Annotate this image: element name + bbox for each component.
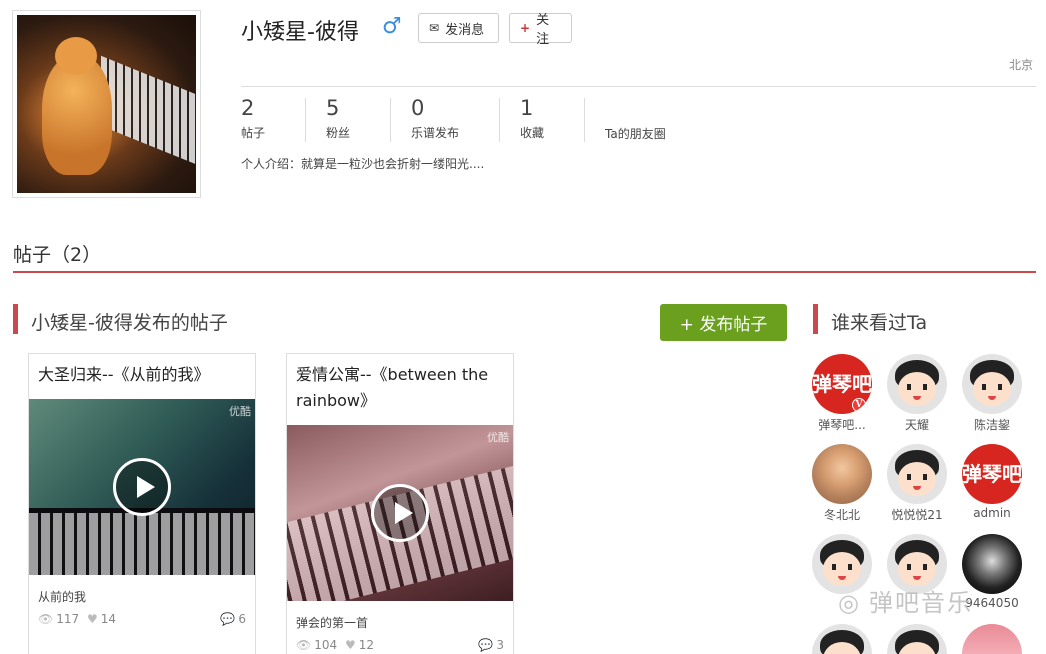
visitor-item[interactable] [886,624,948,654]
comment-count: 6 [238,612,246,626]
send-message-label: 发消息 [445,22,485,38]
eye-icon: 👁 [38,612,54,626]
follow-label: 关注 [536,13,550,47]
visitor-item[interactable]: 天耀 [886,354,948,433]
play-icon[interactable] [113,458,171,516]
comment-count: 3 [496,638,504,652]
stat-number: 2 [241,96,255,120]
visitor-avatar[interactable] [812,624,872,654]
video-source-label: 优酷 [487,431,509,444]
video-source-label: 优酷 [229,405,251,418]
visitor-item[interactable] [961,624,1023,654]
logo-text: 弹琴吧 [962,462,1022,486]
stat-scores[interactable]: 0 乐谱发布 [411,96,459,144]
like-count: 12 [358,638,375,652]
publish-post-button[interactable]: + 发布帖子 [660,304,787,341]
follow-button[interactable]: + 关注 [509,13,572,47]
stat-divider [305,98,306,142]
visitor-name[interactable]: 冬北北 [811,506,873,523]
avatar-image [17,15,196,193]
post-title[interactable]: 爱情公寓--《between the rainbow》 [287,354,513,425]
post-description: 弹会的第一首 [296,616,369,630]
visitors-heading: 谁来看过Ta [831,312,928,334]
visitor-item[interactable]: 弹琴吧 admin [961,444,1023,520]
video-thumbnail[interactable]: 优酷 [29,399,255,575]
visitor-name[interactable]: 悦悦悦21 [886,506,948,523]
user-posts-heading: 小矮星-彼得发布的帖子 [31,312,228,334]
profile-intro: 个人介绍：就算是一粒沙也会折射一缕阳光.... [241,157,485,171]
location: 北京 [1008,58,1033,72]
watermark: ◎ 弹吧音乐 [838,583,973,618]
profile-name: 小矮星-彼得 [241,20,359,45]
stat-divider [499,98,500,142]
section-accent-bar [813,304,818,334]
stat-label: Ta的朋友圈 [605,127,666,141]
stat-number [605,96,666,121]
section-accent-bar [13,304,18,334]
wechat-icon: ◎ [838,589,861,617]
heart-icon: ♥ [345,638,356,652]
header-divider [241,86,1036,87]
logo-text: 弹琴吧 [812,372,872,396]
comment-icon: 💬 [220,612,236,626]
like-count: 14 [100,612,117,626]
watermark-text: 弹吧音乐 [868,589,973,617]
visitor-avatar[interactable] [887,444,947,504]
play-icon[interactable] [371,484,429,542]
posts-section-title: 帖子（2） [13,244,102,266]
visitor-item[interactable]: 冬北北 [811,444,873,523]
visitor-item[interactable]: 悦悦悦21 [886,444,948,523]
stat-number: 5 [326,96,340,120]
plus-icon: + [520,21,531,35]
eye-icon: 👁 [296,638,312,652]
post-title[interactable]: 大圣归来--《从前的我》 [29,354,255,399]
visitor-item[interactable]: 弹琴吧 V 弹琴吧... [811,354,873,433]
visitor-avatar[interactable] [962,354,1022,414]
visitor-name[interactable]: 天耀 [886,416,948,433]
envelope-icon: ✉ [429,21,440,35]
post-card[interactable]: 爱情公寓--《between the rainbow》 优酷 弹会的第一首 👁 1… [286,353,514,654]
view-count: 117 [56,612,80,626]
send-message-button[interactable]: ✉ 发消息 [418,13,499,43]
verified-icon: V [852,398,866,412]
stat-number: 1 [520,96,534,120]
comment-icon: 💬 [478,638,494,652]
stat-label: 帖子 [241,126,266,140]
stat-divider [390,98,391,142]
visitor-item[interactable] [811,624,873,654]
visitor-avatar[interactable] [887,624,947,654]
video-thumbnail[interactable]: 优酷 [287,425,513,601]
post-meta: 👁 117 ♥ 14 💬 6 [29,612,255,632]
visitor-avatar[interactable] [887,354,947,414]
visitor-avatar[interactable]: 弹琴吧 V [812,354,872,414]
stat-label: 乐谱发布 [411,126,460,140]
stat-favorites[interactable]: 1 收藏 [520,96,544,144]
stat-label: 收藏 [520,126,545,140]
post-meta: 👁 104 ♥ 12 💬 3 [287,638,513,654]
male-gender-icon: ♂ [382,14,402,39]
visitor-avatar[interactable] [962,624,1022,654]
view-count: 104 [314,638,338,652]
stat-number: 0 [411,96,425,120]
stat-posts[interactable]: 2 帖子 [241,96,265,144]
profile-avatar [12,10,201,198]
stat-followers[interactable]: 5 粉丝 [326,96,350,144]
post-description: 从前的我 [38,590,87,604]
visitor-item[interactable]: 陈洁鋆 [961,354,1023,433]
stat-divider [584,98,585,142]
stat-label: 粉丝 [326,126,351,140]
visitor-avatar[interactable]: 弹琴吧 [962,444,1022,504]
stat-friends-circle[interactable]: Ta的朋友圈 [605,96,666,144]
visitor-name[interactable]: 陈洁鋆 [961,416,1023,433]
posts-divider [13,271,1036,273]
visitor-name[interactable]: admin [961,506,1023,520]
visitor-avatar[interactable] [812,444,872,504]
visitor-name[interactable]: 弹琴吧... [811,416,873,433]
heart-icon: ♥ [87,612,98,626]
post-card[interactable]: 大圣归来--《从前的我》 优酷 从前的我 👁 117 ♥ 14 💬 6 [28,353,256,654]
